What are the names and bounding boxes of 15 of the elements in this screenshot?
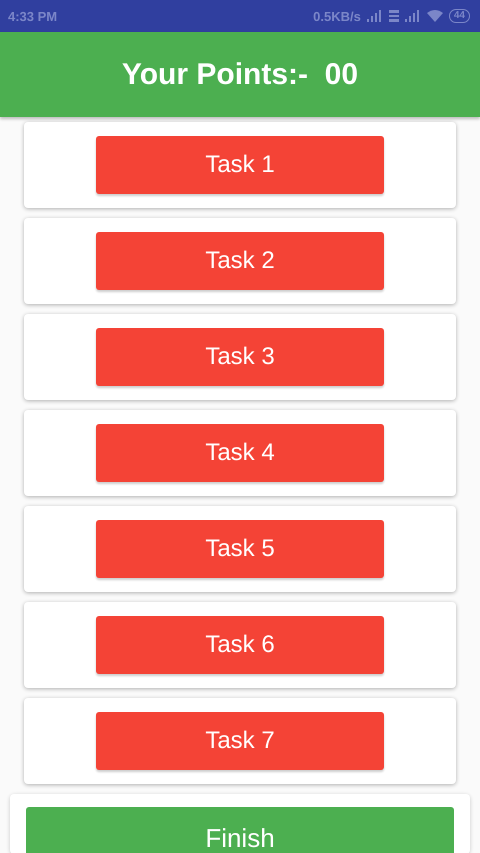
task-button[interactable]: Task 1 bbox=[96, 136, 384, 194]
status-time: 4:33 PM bbox=[8, 8, 58, 24]
finish-button[interactable]: Finish bbox=[26, 807, 454, 853]
task-button[interactable]: Task 7 bbox=[96, 712, 384, 770]
network-speed: 0.5KB/s bbox=[313, 8, 361, 24]
task-button[interactable]: Task 2 bbox=[96, 232, 384, 290]
signal-icon bbox=[366, 10, 383, 22]
wifi-icon bbox=[426, 10, 443, 22]
task-button[interactable]: Task 3 bbox=[96, 328, 384, 386]
task-button[interactable]: Task 5 bbox=[96, 520, 384, 578]
battery-icon: 44 bbox=[448, 9, 470, 23]
task-button[interactable]: Task 6 bbox=[96, 616, 384, 674]
task-button[interactable]: Task 4 bbox=[96, 424, 384, 482]
points-title: Your Points:- 00 bbox=[122, 58, 358, 92]
signal-icon bbox=[404, 10, 421, 22]
